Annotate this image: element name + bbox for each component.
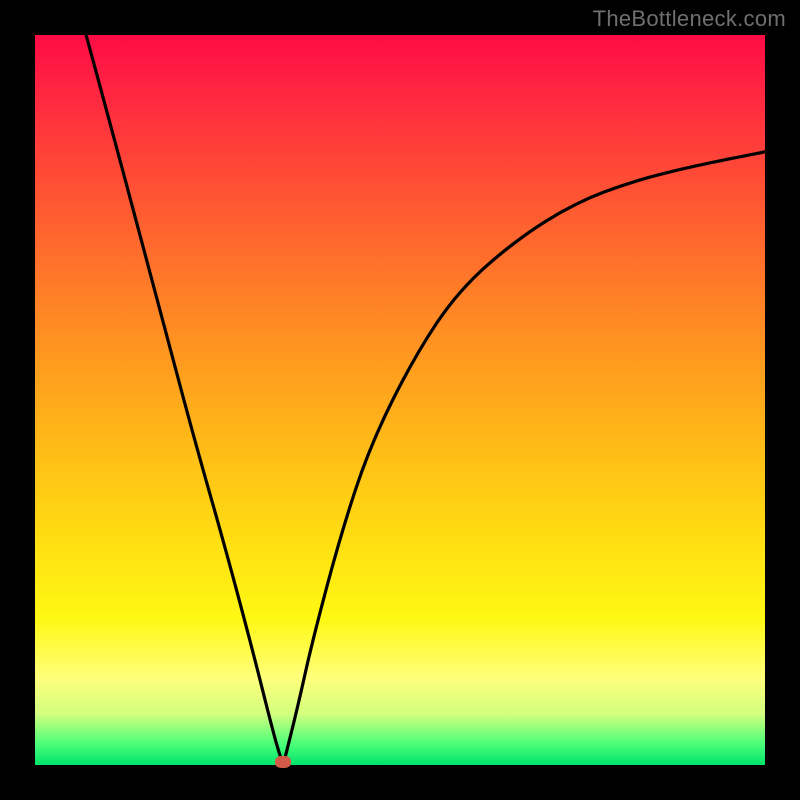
watermark-text: TheBottleneck.com bbox=[593, 6, 786, 32]
min-marker bbox=[275, 756, 291, 768]
bottleneck-curve bbox=[35, 35, 765, 765]
plot-area bbox=[35, 35, 765, 765]
curve-path bbox=[86, 35, 765, 765]
chart-frame: TheBottleneck.com bbox=[0, 0, 800, 800]
